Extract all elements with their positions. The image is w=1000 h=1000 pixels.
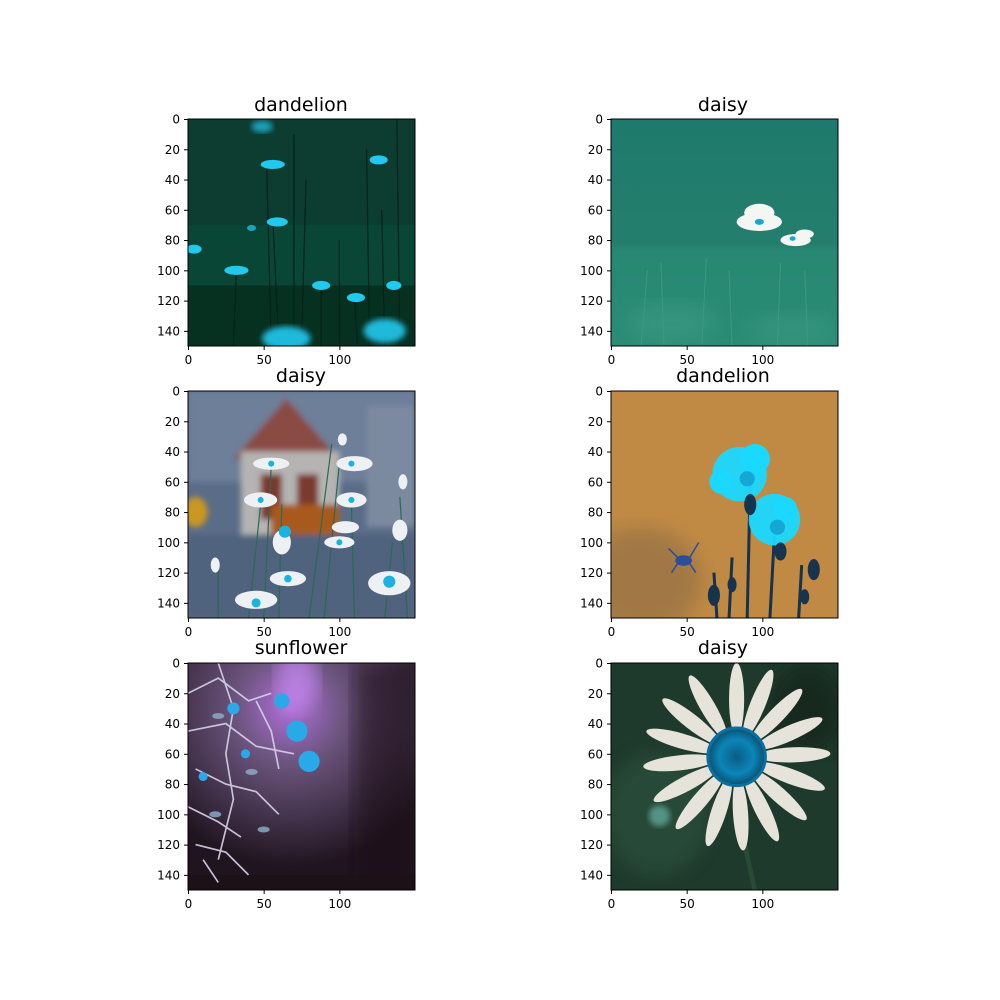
subplot-5-title: sunflower — [255, 637, 348, 659]
xtick-label: 0 — [608, 897, 616, 911]
ytick-label: 100 — [580, 536, 603, 550]
subplot-3-image — [187, 390, 416, 619]
ytick-label: 140 — [157, 596, 180, 610]
xtick-label: 0 — [185, 353, 193, 367]
xtick-label: 100 — [751, 625, 774, 639]
xtick-label: 100 — [328, 897, 351, 911]
ytick-label: 80 — [165, 506, 180, 520]
xtick-label: 0 — [185, 625, 193, 639]
ytick-label: 40 — [588, 717, 603, 731]
ytick-label: 80 — [588, 506, 603, 520]
ytick-label: 140 — [580, 868, 603, 882]
ytick-label: 60 — [165, 203, 180, 217]
xtick-label: 50 — [257, 897, 272, 911]
figure: dandelion 0 50 100020406080100120140 dai… — [157, 94, 839, 911]
ytick-label: 20 — [165, 415, 180, 429]
ytick-label: 40 — [588, 173, 603, 187]
ytick-label: 100 — [580, 808, 603, 822]
subplot-2-title: daisy — [698, 94, 748, 116]
ytick-label: 60 — [165, 475, 180, 489]
xtick-label: 0 — [608, 353, 616, 367]
ytick-label: 0 — [595, 657, 603, 671]
xtick-label: 100 — [328, 353, 351, 367]
ytick-label: 20 — [588, 687, 603, 701]
ytick-label: 0 — [172, 657, 180, 671]
ytick-label: 60 — [588, 747, 603, 761]
ytick-label: 100 — [157, 808, 180, 822]
subplot-2-image — [610, 118, 839, 347]
xtick-label: 50 — [257, 353, 272, 367]
subplot-6-image — [610, 662, 839, 891]
xtick-label: 50 — [680, 625, 695, 639]
ytick-label: 80 — [165, 778, 180, 792]
subplot-1-title: dandelion — [254, 94, 348, 116]
ytick-label: 100 — [580, 264, 603, 278]
ytick-label: 120 — [157, 566, 180, 580]
ytick-label: 80 — [588, 234, 603, 248]
subplot-3-title: daisy — [276, 365, 326, 387]
ytick-label: 140 — [157, 324, 180, 338]
ytick-label: 40 — [588, 445, 603, 459]
ytick-label: 20 — [588, 415, 603, 429]
ytick-label: 40 — [165, 445, 180, 459]
ytick-label: 0 — [172, 113, 180, 127]
subplot-5-image — [187, 662, 416, 891]
ytick-label: 60 — [165, 747, 180, 761]
subplot-1: dandelion 0 50 100020406080100120140 — [157, 94, 416, 367]
ytick-label: 0 — [595, 385, 603, 399]
ytick-label: 40 — [165, 173, 180, 187]
ytick-label: 0 — [172, 385, 180, 399]
ytick-label: 0 — [595, 113, 603, 127]
subplot-4-image — [610, 390, 839, 619]
ytick-label: 20 — [588, 143, 603, 157]
ytick-label: 80 — [588, 778, 603, 792]
ytick-label: 100 — [157, 536, 180, 550]
xtick-label: 0 — [608, 625, 616, 639]
ytick-label: 60 — [588, 475, 603, 489]
ytick-label: 120 — [157, 838, 180, 852]
ytick-label: 20 — [165, 687, 180, 701]
xtick-label: 0 — [185, 897, 193, 911]
subplot-6-title: daisy — [698, 637, 748, 659]
subplot-3: daisy 0 50 100020406080100120140 — [157, 365, 416, 639]
ytick-label: 140 — [580, 324, 603, 338]
ytick-label: 40 — [165, 717, 180, 731]
xtick-label: 50 — [680, 897, 695, 911]
ytick-label: 120 — [580, 838, 603, 852]
subplot-2: daisy 0 50 100020406080100120140 — [580, 94, 839, 367]
ytick-label: 120 — [157, 294, 180, 308]
ytick-label: 140 — [157, 868, 180, 882]
xtick-label: 100 — [751, 897, 774, 911]
ytick-label: 120 — [580, 566, 603, 580]
subplot-6: daisy 0 50 100020406080100120140 — [580, 637, 839, 911]
ytick-label: 100 — [157, 264, 180, 278]
subplot-1-image — [187, 118, 416, 347]
ytick-label: 120 — [580, 294, 603, 308]
ytick-label: 20 — [165, 143, 180, 157]
ytick-label: 80 — [165, 234, 180, 248]
ytick-label: 60 — [588, 203, 603, 217]
subplot-4: dandelion 0 50 100020406080100120140 — [580, 365, 839, 639]
subplot-4-title: dandelion — [676, 365, 770, 387]
subplot-5: sunflower 0 50 100020406080100120140 — [157, 637, 416, 911]
ytick-label: 140 — [580, 596, 603, 610]
